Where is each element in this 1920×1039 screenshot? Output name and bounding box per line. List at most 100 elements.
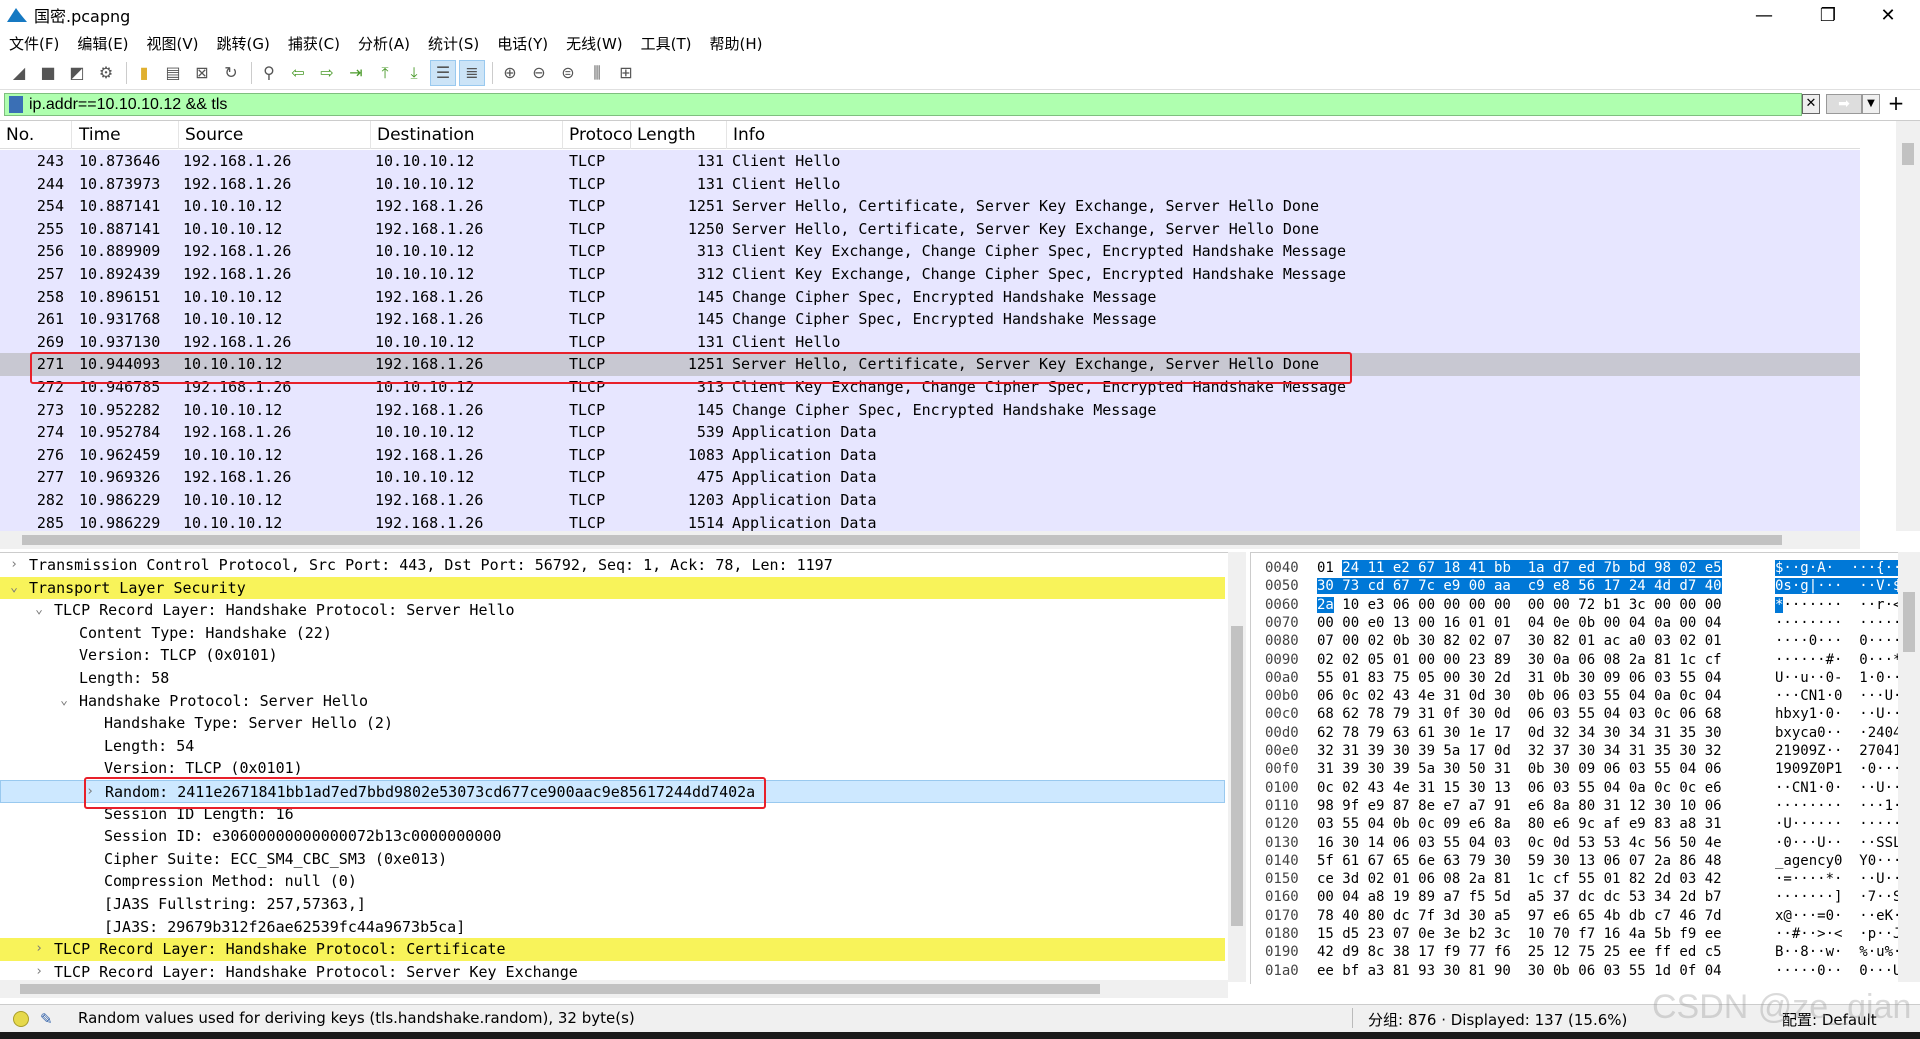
tree-item[interactable]: Cipher Suite: ECC_SM4_CBC_SM3 (0xe013) <box>0 848 1225 871</box>
hex-line[interactable]: 00c0 68 62 78 79 31 0f 30 0d 06 03 55 04 … <box>1251 705 1920 723</box>
menu-tools[interactable]: 工具(T) <box>632 33 701 54</box>
expert-info-icon[interactable] <box>13 1011 29 1027</box>
hex-line[interactable]: 00a0 55 01 83 75 05 00 30 2d 31 0b 30 09 … <box>1251 669 1920 687</box>
menu-help[interactable]: 帮助(H) <box>701 33 772 54</box>
tree-item[interactable]: Session ID: e30600000000000072b13c000000… <box>0 825 1225 848</box>
bookmark-icon[interactable] <box>9 96 23 113</box>
column-length[interactable]: Length <box>631 121 727 149</box>
column-info[interactable]: Info <box>727 121 1860 149</box>
chevron-right-icon[interactable]: › <box>8 554 20 577</box>
table-row[interactable]: 272 10.946785 192.168.1.26 10.10.10.12 TLCP 3… <box>0 376 1860 399</box>
hex-line[interactable]: 00d0 62 78 79 63 61 30 1e 17 0d 32 34 30 … <box>1251 724 1920 742</box>
details-hscroll[interactable] <box>0 980 1228 998</box>
table-row[interactable]: 257 10.892439 192.168.1.26 10.10.10.12 TLCP 3… <box>0 263 1860 286</box>
scroll-thumb[interactable] <box>20 984 1100 994</box>
display-filter-field[interactable] <box>4 93 1802 116</box>
tree-item[interactable]: Compression Method: null (0) <box>0 870 1225 893</box>
menu-go[interactable]: 跳转(G) <box>208 33 279 54</box>
layout-icon[interactable]: ⊞ <box>613 60 639 86</box>
close-file-icon[interactable]: ⊠ <box>189 60 215 86</box>
tree-item[interactable]: [JA3S: 29679b312f26ae62539fc44a9673b5ca] <box>0 916 1225 939</box>
hex-line[interactable]: 01a0 ee bf a3 81 93 30 81 90 30 0b 06 03 … <box>1251 962 1920 980</box>
table-row[interactable]: 243 10.873646 192.168.1.26 10.10.10.12 TLCP 1… <box>0 150 1860 173</box>
column-protocol[interactable]: Protoco <box>563 121 633 149</box>
go-back-icon[interactable]: ⇦ <box>285 60 311 86</box>
table-row[interactable]: 282 10.986229 10.10.10.12 192.168.1.26 TLCP 1… <box>0 489 1860 512</box>
zoom-in-icon[interactable]: ⊕ <box>497 60 523 86</box>
menu-edit[interactable]: 编辑(E) <box>68 33 137 54</box>
add-filter-button-icon[interactable]: + <box>1886 92 1906 116</box>
chevron-right-icon[interactable]: › <box>84 781 96 804</box>
scroll-thumb[interactable] <box>1231 626 1243 926</box>
hex-line[interactable]: 0050 30 73 cd 67 7c e9 00 aa c9 e8 56 17 … <box>1251 577 1920 595</box>
menu-view[interactable]: 视图(V) <box>138 33 208 54</box>
column-destination[interactable]: Destination <box>371 121 563 149</box>
hex-line[interactable]: 0060 2a 10 e3 06 00 00 00 00 00 00 72 b1 … <box>1251 596 1920 614</box>
maximize-button[interactable]: ❐ <box>1800 0 1856 30</box>
hex-line[interactable]: 0120 03 55 04 0b 0c 09 e6 8a 80 e6 9c af … <box>1251 815 1920 833</box>
bytes-vscroll[interactable] <box>1898 552 1920 982</box>
chevron-down-icon[interactable]: ⌄ <box>8 577 20 600</box>
clear-filter-icon[interactable]: ✕ <box>1802 94 1820 114</box>
menu-capture[interactable]: 捕获(C) <box>279 33 349 54</box>
table-row[interactable]: 256 10.889909 192.168.1.26 10.10.10.12 TLCP 3… <box>0 240 1860 263</box>
tree-item[interactable]: Version: TLCP (0x0101) <box>0 757 1225 780</box>
hex-line[interactable]: 00b0 06 0c 02 43 4e 31 0d 30 0b 06 03 55 … <box>1251 687 1920 705</box>
hex-line[interactable]: 0140 5f 61 67 65 6e 63 79 30 59 30 13 06 … <box>1251 852 1920 870</box>
open-icon[interactable]: ▮ <box>131 60 157 86</box>
stop-icon[interactable]: ■ <box>35 60 61 86</box>
hex-line[interactable]: 0080 07 00 02 0b 30 82 02 07 30 82 01 ac … <box>1251 632 1920 650</box>
tree-item[interactable]: Session ID Length: 16 <box>0 803 1225 826</box>
normal-size-icon[interactable]: ⊜ <box>555 60 581 86</box>
table-row[interactable]: 276 10.962459 10.10.10.12 192.168.1.26 TLCP 1… <box>0 443 1860 467</box>
menu-analyze[interactable]: 分析(A) <box>349 33 419 54</box>
hex-line[interactable]: 0110 98 9f e9 87 8e e7 a7 91 e6 8a 80 31 … <box>1251 797 1920 815</box>
tree-item[interactable]: Length: 54 <box>0 735 1225 758</box>
zoom-out-icon[interactable]: ⊖ <box>526 60 552 86</box>
save-icon[interactable]: ▤ <box>160 60 186 86</box>
tree-item[interactable]: Handshake Type: Server Hello (2) <box>0 712 1225 735</box>
hex-line[interactable]: 0170 78 40 80 dc 7f 3d 30 a5 97 e6 65 4b … <box>1251 907 1920 925</box>
find-icon[interactable]: ⚲ <box>256 60 282 86</box>
hex-line[interactable]: 0150 ce 3d 02 01 06 08 2a 81 1c cf 55 01 … <box>1251 870 1920 888</box>
table-row[interactable]: 274 10.952784 192.168.1.26 10.10.10.12 TLCP 5… <box>0 421 1860 444</box>
chevron-right-icon[interactable]: › <box>33 938 45 961</box>
shark-fin-start-icon[interactable]: ◢ <box>6 60 32 86</box>
scroll-thumb[interactable] <box>22 535 1782 545</box>
hex-line[interactable]: 0190 42 d9 8c 38 17 f9 77 f6 25 12 75 25 … <box>1251 943 1920 961</box>
menu-statistics[interactable]: 统计(S) <box>419 33 488 54</box>
column-time[interactable]: Time <box>73 121 179 149</box>
autoscroll-icon[interactable]: ☰ <box>430 59 456 86</box>
hex-line[interactable]: 0040 01 24 11 e2 67 18 41 bb 1a d7 ed 7b … <box>1251 559 1919 577</box>
reload-icon[interactable]: ↻ <box>218 60 244 86</box>
chevron-down-icon[interactable]: ⌄ <box>33 599 45 622</box>
hex-line[interactable]: 0090 02 02 05 01 00 00 23 89 30 0a 06 08 … <box>1251 651 1920 669</box>
table-row[interactable]: 269 10.937130 192.168.1.26 10.10.10.12 TLCP 1… <box>0 330 1860 354</box>
hex-line[interactable]: 0100 0c 02 43 4e 31 15 30 13 06 03 55 04 … <box>1251 779 1920 797</box>
table-row[interactable]: 277 10.969326 192.168.1.26 10.10.10.12 TLCP 4… <box>0 466 1860 489</box>
tree-item[interactable]: › TLCP Record Layer: Handshake Protocol: … <box>0 938 1225 961</box>
chevron-down-icon[interactable]: ▼ <box>1862 94 1880 114</box>
go-to-packet-icon[interactable]: ⇥ <box>343 60 369 86</box>
tree-item[interactable]: Length: 58 <box>0 667 1225 690</box>
packet-list-vscroll[interactable] <box>1896 121 1920 531</box>
table-row[interactable]: 258 10.896151 10.10.10.12 192.168.1.26 TLCP 1… <box>0 285 1860 309</box>
resize-columns-icon[interactable]: ⫼ <box>584 60 610 86</box>
colorize-icon[interactable]: ≣ <box>459 59 485 86</box>
apply-filter-icon[interactable]: ➡ <box>1826 94 1862 114</box>
packet-list-hscroll[interactable] <box>0 531 1860 549</box>
last-packet-icon[interactable]: ⤓ <box>401 60 427 86</box>
column-no[interactable]: No. <box>0 121 72 149</box>
tree-item[interactable]: ⌄ Transport Layer Security <box>0 576 1225 600</box>
tree-item[interactable]: › Transmission Control Protocol, Src Port… <box>0 554 1225 577</box>
tree-item[interactable]: Content Type: Handshake (22) <box>0 622 1225 645</box>
hex-line[interactable]: 0160 00 04 a8 19 89 a7 f5 5d a5 37 dc dc … <box>1251 888 1920 906</box>
chevron-down-icon[interactable]: ⌄ <box>58 690 70 713</box>
close-button[interactable]: ✕ <box>1860 0 1916 30</box>
table-row[interactable]: 244 10.873973 192.168.1.26 10.10.10.12 TLCP 1… <box>0 172 1860 196</box>
table-row[interactable]: 255 10.887141 10.10.10.12 192.168.1.26 TLCP 1… <box>0 217 1860 241</box>
display-filter-input[interactable] <box>29 94 1729 115</box>
table-row[interactable]: 273 10.952282 10.10.10.12 192.168.1.26 TLCP 1… <box>0 398 1860 422</box>
table-row[interactable]: 271 10.944093 10.10.10.12 192.168.1.26 TLCP 1… <box>0 353 1860 376</box>
hex-line[interactable]: 00e0 32 31 39 30 39 5a 17 0d 32 37 30 34 … <box>1251 742 1920 760</box>
